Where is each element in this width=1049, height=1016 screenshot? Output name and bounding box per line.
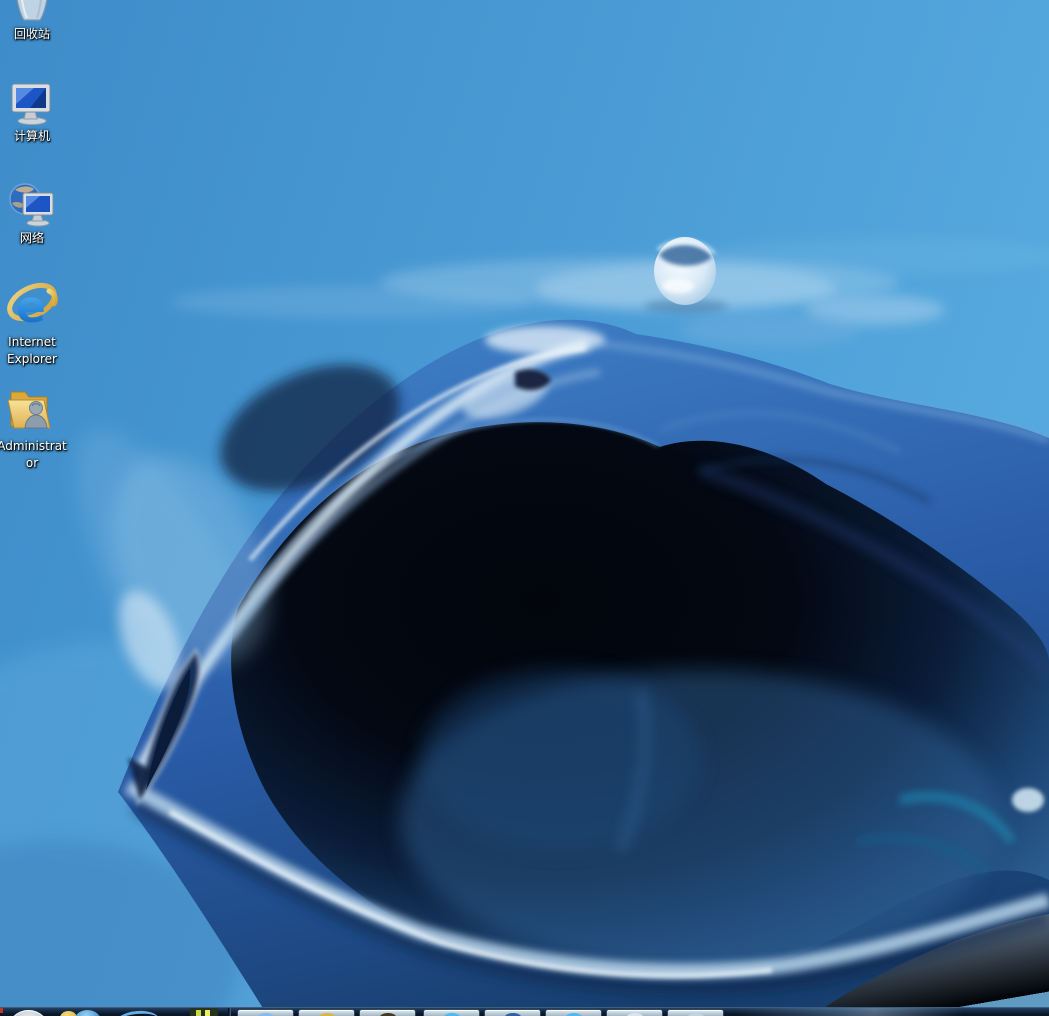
- icon-label: 回收站: [0, 26, 70, 43]
- taskbar-window-buttons: [237, 1009, 724, 1016]
- computer-icon: [7, 80, 57, 126]
- blue-swoosh-icon: [114, 1009, 160, 1016]
- windows-desktop: { "desktop": { "icons": [ { "id": "recyc…: [0, 0, 1049, 1016]
- taskbar-window-button-5[interactable]: [484, 1009, 541, 1016]
- desktop-icon-computer[interactable]: 计算机: [0, 80, 64, 145]
- start-button[interactable]: [7, 1010, 50, 1016]
- icon-label: 网络: [0, 230, 70, 247]
- desktop-icon-recycle-bin[interactable]: 回收站: [0, 0, 64, 43]
- taskbar-window-button-1[interactable]: [237, 1009, 294, 1016]
- taskbar-window-button-4[interactable]: [423, 1009, 480, 1016]
- icon-label: 计算机: [0, 128, 70, 145]
- taskbar-window-button-7[interactable]: [606, 1009, 663, 1016]
- taskbar-separator: [228, 1008, 231, 1016]
- quicklaunch-green-meter[interactable]: [190, 1008, 218, 1016]
- desktop-icon-administrator-folder[interactable]: Administrator: [0, 386, 64, 472]
- administrator-folder-icon: [5, 386, 59, 436]
- network-icon: [7, 180, 57, 228]
- taskbar-window-button-2[interactable]: [298, 1009, 355, 1016]
- quicklaunch-internet-explorer[interactable]: [58, 1008, 104, 1016]
- desktop-icon-network[interactable]: 网络: [0, 180, 64, 247]
- taskbar-window-button-3[interactable]: [359, 1009, 416, 1016]
- icon-label: Administrator: [0, 438, 70, 472]
- icon-label: Internet Explorer: [0, 334, 70, 368]
- taskbar: [0, 1007, 1049, 1016]
- svg-text:e: e: [16, 282, 46, 332]
- desktop-icon-internet-explorer[interactable]: e Internet Explorer: [0, 278, 64, 368]
- internet-explorer-icon: e: [5, 278, 59, 332]
- taskbar-window-button-6[interactable]: [545, 1009, 602, 1016]
- quicklaunch-browser-swoosh[interactable]: [112, 1008, 164, 1016]
- taskbar-sheen: [700, 1008, 1049, 1016]
- green-meter-icon: [205, 1010, 210, 1016]
- green-meter-icon: [196, 1010, 201, 1016]
- ie-blue-e-icon: [74, 1010, 101, 1016]
- taskbar-window-button-8[interactable]: [667, 1009, 724, 1016]
- recycle-bin-icon: [8, 0, 56, 24]
- desktop-wallpaper: [0, 0, 1049, 1016]
- record-indicator: [0, 1008, 3, 1013]
